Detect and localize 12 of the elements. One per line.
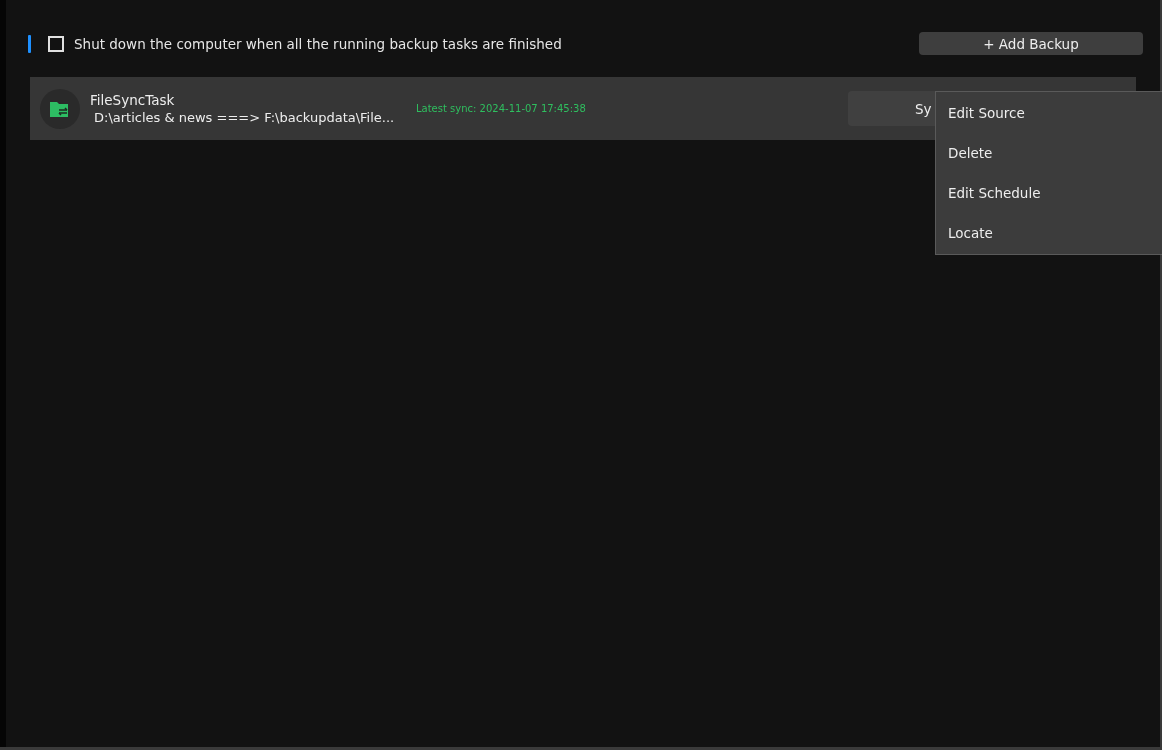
folder-sync-icon <box>40 88 80 129</box>
menu-item[interactable]: Edit Source <box>936 93 1162 133</box>
menu-item[interactable]: Edit Schedule <box>936 173 1162 213</box>
shutdown-checkbox[interactable] <box>48 35 64 52</box>
shutdown-label: Shut down the computer when all the running backup tasks are finished <box>74 35 562 52</box>
accent-bar <box>28 34 31 53</box>
add-backup-button[interactable]: + Add Backup <box>919 32 1143 55</box>
task-name: FileSyncTask <box>90 92 176 108</box>
menu-item[interactable]: Locate <box>936 213 1162 253</box>
latest-sync-time: Latest sync: 2024-11-07 17:45:38 <box>416 103 586 114</box>
task-path: D:\articles & news ===> F:\backupdata\File... <box>93 110 395 125</box>
menu-item[interactable]: Delete <box>936 133 1162 173</box>
